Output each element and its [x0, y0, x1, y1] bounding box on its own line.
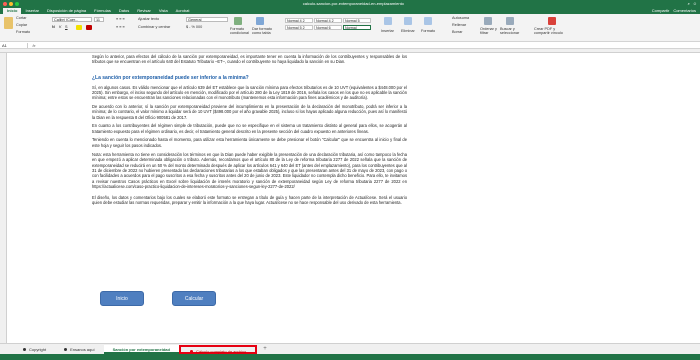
user-icon[interactable]: ☺ — [693, 1, 697, 6]
calculate-button[interactable]: Calcular — [172, 291, 216, 306]
underline-button[interactable]: S — [65, 25, 68, 29]
format-cells-icon[interactable] — [424, 17, 432, 25]
ribbon: Cortar Copiar Formato Calibri (Cuer... 1… — [0, 14, 700, 42]
font-name-select[interactable]: Calibri (Cuer... — [52, 17, 92, 22]
autosum-button[interactable]: Autosuma — [452, 16, 469, 20]
style-normal-5[interactable]: Normal 5 — [343, 18, 371, 23]
format-cells-button[interactable]: Formato — [421, 29, 435, 33]
style-normal-5-2[interactable]: Normal 5 2 — [285, 25, 313, 30]
align-icons[interactable]: ≡ ≡ ≡ — [116, 17, 125, 21]
wrap-text-button[interactable]: Ajustar texto — [138, 17, 159, 21]
cut-button[interactable]: Cortar — [16, 16, 27, 20]
sheet-tab-label: Copyright — [29, 346, 47, 352]
formula-bar: A1 fx — [0, 42, 700, 49]
paste-icon[interactable] — [4, 17, 13, 29]
tab-dot-icon — [64, 347, 68, 351]
table-format-button[interactable]: Dar formato como tabla — [252, 27, 274, 35]
sheet-tab-ensanos[interactable]: Ensanos aquí — [55, 345, 103, 354]
sheet-tab-label: Sanción por extemporaneidad — [112, 346, 170, 352]
number-format-select[interactable]: General — [186, 17, 228, 22]
row-headers — [0, 53, 7, 343]
style-normal-4-2b[interactable]: Normal 4 2 — [314, 18, 342, 23]
name-box[interactable]: A1 — [0, 42, 28, 48]
sheet-tab-label: Cálculo completo de archivo — [195, 348, 247, 354]
minimize-window-icon[interactable] — [9, 1, 13, 6]
paragraph-4: Teniendo en cuenta lo mencionado hasta e… — [92, 137, 407, 148]
sort-filter-button[interactable]: Ordenar y filtrar — [480, 27, 498, 35]
clear-button[interactable]: Borrar — [452, 30, 463, 34]
style-normal-4-2[interactable]: Normal 4 2 — [285, 18, 313, 23]
section-heading: ¿La sanción por extemporaneidad puede se… — [92, 74, 249, 81]
sheet-tab-copyright[interactable]: Copyright — [14, 345, 55, 354]
intro-paragraph: Según lo anterior, para efectos del cálc… — [92, 54, 407, 65]
align-h-icons[interactable]: ≡ ≡ ≡ — [116, 25, 125, 29]
sheet-tab-bar: Copyright Ensanos aquí Sanción por extem… — [0, 343, 700, 354]
sheet-tab-calculo[interactable]: Cálculo completo de archivo — [178, 344, 258, 354]
add-sheet-icon[interactable]: + — [263, 346, 267, 352]
delete-cells-icon[interactable] — [404, 17, 412, 25]
conditional-format-icon[interactable] — [234, 17, 242, 25]
insert-cells-icon[interactable] — [384, 17, 392, 25]
italic-button[interactable]: K — [59, 25, 62, 29]
find-select-icon[interactable] — [506, 17, 514, 25]
search-icon[interactable]: ⌕ — [688, 1, 690, 6]
fill-button[interactable]: Rellenar — [452, 23, 466, 27]
sheet-tab-label: Ensanos aquí — [70, 346, 95, 352]
copy-button[interactable]: Copiar — [16, 23, 27, 27]
merge-center-button[interactable]: Combinar y centrar — [138, 25, 170, 29]
paragraph-disclaimer: El diseño, los datos y comentarios bajo … — [92, 195, 407, 206]
paragraph-3: En cuanto a los contribuyentes del régim… — [92, 123, 407, 134]
insert-cells-button[interactable]: Insertar — [381, 29, 394, 33]
tab-dot-icon — [23, 347, 26, 351]
paragraph-note: Nota: esta herramienta no tiene en consi… — [92, 152, 407, 189]
start-button[interactable]: Inicio — [100, 291, 144, 306]
status-bar — [0, 354, 700, 360]
table-format-icon[interactable] — [256, 17, 264, 25]
find-select-button[interactable]: Buscar y seleccionar — [500, 27, 524, 35]
fill-color-icon[interactable] — [76, 25, 82, 30]
window-title: calculo-sancion-por-extemporaneidad-en-e… — [302, 1, 404, 6]
conditional-format-button[interactable]: Formato condicional — [230, 27, 252, 35]
tab-dot-icon — [189, 349, 193, 353]
font-size-select[interactable]: 11 — [94, 17, 104, 22]
title-bar: calculo-sancion-por-extemporaneidad-en-e… — [0, 0, 700, 7]
fx-icon[interactable]: fx — [28, 43, 40, 48]
style-normal[interactable]: Normal — [343, 25, 371, 30]
sheet-grid[interactable]: Según lo anterior, para efectos del cálc… — [7, 53, 700, 343]
style-normal-6[interactable]: Normal 6 — [314, 25, 342, 30]
close-window-icon[interactable] — [3, 1, 7, 6]
create-pdf-icon[interactable] — [548, 17, 556, 25]
create-pdf-button[interactable]: Crear PDF y compartir vínculo — [534, 27, 570, 35]
font-color-icon[interactable] — [86, 25, 92, 30]
currency-format-icons[interactable]: $ - % 000 — [186, 25, 202, 29]
ribbon-tab-bar: Inicio Insertar Disposición de página Fó… — [0, 7, 700, 14]
format-painter-button[interactable]: Formato — [16, 30, 30, 34]
sort-filter-icon[interactable] — [484, 17, 492, 25]
sheet-tab-sancion[interactable]: Sanción por extemporaneidad — [103, 344, 179, 354]
delete-cells-button[interactable]: Eliminar — [401, 29, 415, 33]
paragraph-1: Sí, en algunos casos. Es válido menciona… — [92, 84, 407, 101]
paragraph-2: De acuerdo con lo anterior, sí la sanció… — [92, 103, 407, 120]
bold-button[interactable]: N — [52, 25, 55, 29]
